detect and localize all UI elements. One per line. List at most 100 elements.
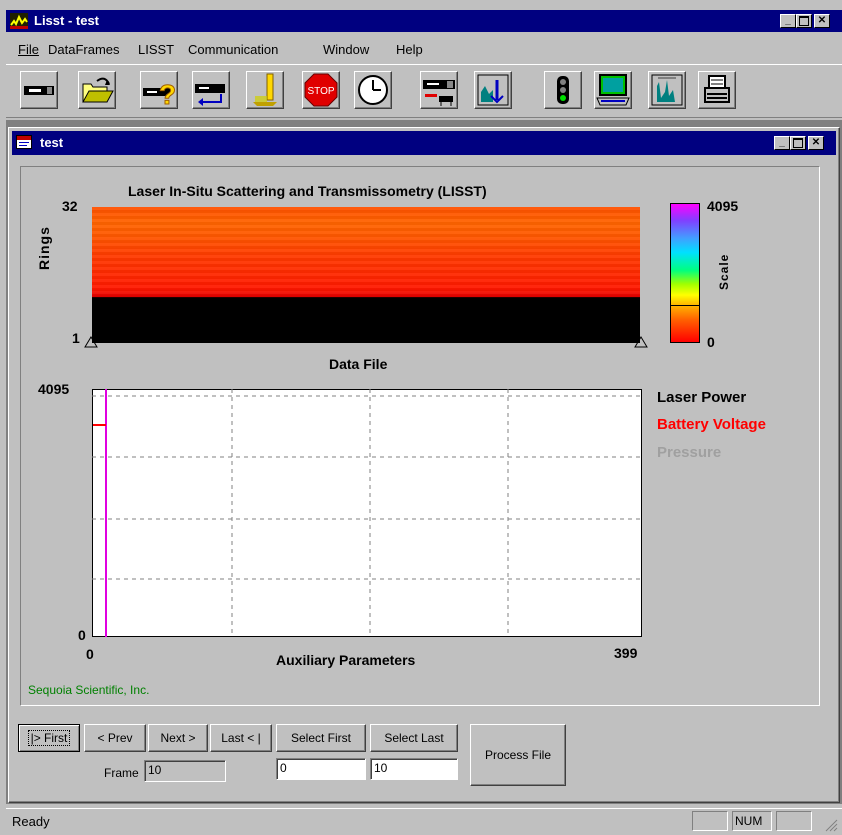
- aux-plot-area: [92, 389, 642, 637]
- clock-icon: [358, 75, 388, 105]
- open-folder-icon: [82, 77, 114, 103]
- status-pane-scroll: [776, 811, 812, 831]
- rings-y-axis-label: Rings: [36, 226, 52, 270]
- frame-field: 10: [144, 760, 226, 782]
- prev-frame-label: < Prev: [97, 731, 133, 745]
- status-text: Ready: [12, 814, 50, 829]
- last-frame-label: Last < |: [221, 731, 261, 745]
- next-frame-button[interactable]: Next >: [148, 724, 208, 752]
- child-minimize-button[interactable]: _: [774, 136, 790, 150]
- aux-x-axis-label: Auxiliary Parameters: [276, 652, 416, 668]
- depth-probe-button[interactable]: [246, 71, 284, 109]
- color-scale-bar: [670, 203, 700, 343]
- document-icon[interactable]: [16, 135, 32, 149]
- legend-laser-power: Laser Power: [657, 389, 747, 406]
- printer-button[interactable]: [698, 71, 736, 109]
- menu-file-label: File: [18, 42, 39, 57]
- aux-x-min-label: 0: [86, 646, 94, 662]
- minimize-icon: _: [779, 137, 785, 148]
- close-icon: ✕: [817, 15, 827, 26]
- rings-y-top-label: 32: [62, 198, 78, 214]
- legend-battery-voltage: Battery Voltage: [657, 416, 766, 433]
- child-maximize-button[interactable]: [790, 136, 806, 150]
- instrument-settings-button[interactable]: [420, 71, 458, 109]
- computer-terminal-button[interactable]: [594, 71, 632, 109]
- instrument-icon: [24, 86, 54, 95]
- query-instrument-button[interactable]: ?: [140, 71, 178, 111]
- heatmap-band-overlay: [92, 207, 640, 297]
- select-last-field[interactable]: 10: [370, 758, 458, 780]
- instrument-settings-icon: [423, 80, 455, 106]
- select-last-button[interactable]: Select Last: [370, 724, 458, 752]
- status-pane-num: NUM: [732, 811, 772, 831]
- scale-max-label: 4095: [707, 198, 739, 214]
- menu-window[interactable]: Window: [323, 42, 369, 57]
- menu-dataframes[interactable]: DataFrames: [48, 42, 120, 57]
- menu-communication[interactable]: Communication: [188, 42, 278, 57]
- menu-file[interactable]: File: [18, 42, 39, 57]
- histogram-icon: [477, 74, 509, 106]
- menu-lisst[interactable]: LISST: [138, 42, 174, 57]
- aux-x-max-label: 399: [614, 645, 638, 661]
- select-first-label: Select First: [290, 731, 351, 745]
- process-file-label: Process File: [484, 748, 552, 762]
- view-histogram-button[interactable]: [474, 71, 512, 109]
- child-title: test: [40, 135, 64, 150]
- spectrum-display-button[interactable]: [648, 71, 686, 109]
- status-pane-caps: [692, 811, 728, 831]
- open-folder-button[interactable]: [78, 71, 116, 109]
- legend-pressure: Pressure: [657, 444, 722, 461]
- spectrum-icon: [651, 74, 683, 106]
- offload-data-button[interactable]: [192, 71, 230, 109]
- next-frame-label: Next >: [160, 731, 196, 745]
- menu-help[interactable]: Help: [396, 42, 423, 57]
- credit-label: Sequoia Scientific, Inc.: [28, 683, 150, 697]
- rings-plot-title: Laser In-Situ Scattering and Transmissom…: [128, 183, 487, 199]
- prev-frame-button[interactable]: < Prev: [84, 724, 146, 752]
- maximize-icon: [799, 16, 809, 26]
- svg-text:STOP: STOP: [307, 86, 334, 97]
- last-frame-button[interactable]: Last < |: [210, 724, 272, 752]
- select-first-button[interactable]: Select First: [276, 724, 366, 752]
- color-scale-marker: [670, 305, 700, 306]
- frame-label: Frame: [104, 766, 139, 780]
- select-last-label: Select Last: [384, 731, 444, 745]
- query-instrument-icon: ?: [143, 79, 177, 111]
- stop-button[interactable]: STOP: [302, 71, 340, 109]
- minimize-icon: _: [785, 15, 791, 26]
- clock-button[interactable]: [354, 71, 392, 109]
- app-icon[interactable]: [10, 13, 28, 29]
- maximize-button[interactable]: [796, 14, 812, 28]
- status-light-button[interactable]: [544, 71, 582, 109]
- process-file-button[interactable]: Process File: [470, 724, 566, 786]
- close-button[interactable]: ✕: [814, 14, 830, 28]
- depth-probe-icon: [253, 73, 277, 106]
- instrument-connect-button[interactable]: [20, 71, 58, 109]
- computer-icon: [596, 74, 630, 106]
- num-lock-indicator: NUM: [735, 814, 763, 828]
- right-range-marker-icon[interactable]: [634, 336, 648, 348]
- app-title: Lisst - test: [34, 13, 100, 28]
- aux-y-min-label: 0: [78, 627, 86, 643]
- printer-icon: [704, 75, 730, 103]
- minimize-button[interactable]: _: [780, 14, 796, 28]
- left-range-marker-icon[interactable]: [84, 336, 98, 348]
- scale-min-label: 0: [707, 334, 715, 350]
- scale-axis-label: Scale: [717, 253, 731, 290]
- child-close-button[interactable]: ✕: [808, 136, 824, 150]
- select-first-field[interactable]: 0: [276, 758, 366, 780]
- close-icon: ✕: [811, 137, 821, 148]
- resize-grip-icon[interactable]: [822, 816, 838, 832]
- first-frame-button[interactable]: |> First: [18, 724, 80, 752]
- child-title-bar: test _ ✕: [12, 131, 836, 155]
- app-title-bar: Lisst - test _ ✕: [6, 10, 842, 32]
- offload-data-icon: [195, 84, 225, 106]
- rings-x-axis-label: Data File: [329, 356, 388, 372]
- aux-y-max-label: 4095: [38, 381, 70, 397]
- first-frame-label: |> First: [27, 730, 71, 746]
- maximize-icon: [793, 138, 803, 148]
- rings-y-bottom-label: 1: [72, 330, 80, 346]
- traffic-light-icon: [557, 76, 569, 104]
- svg-text:?: ?: [159, 79, 176, 108]
- stop-icon: STOP: [304, 73, 338, 107]
